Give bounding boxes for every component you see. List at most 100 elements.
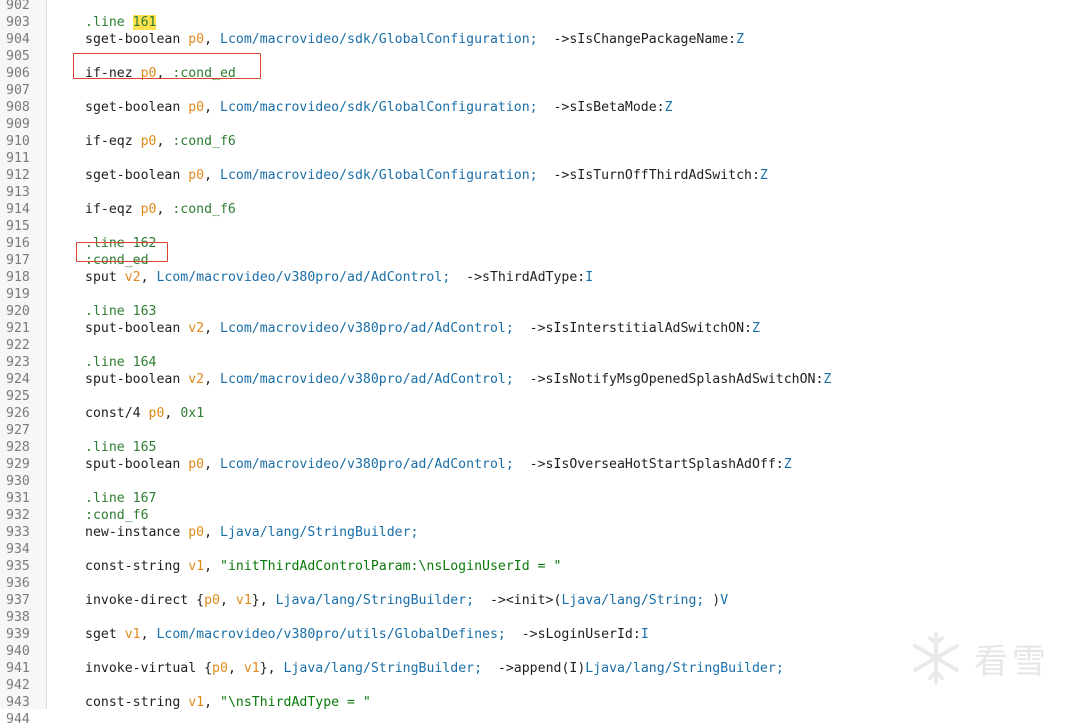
code-token: ->sIsInterstitialAdSwitchON: xyxy=(513,321,752,336)
line-number: 943 xyxy=(6,695,30,710)
code-token: sget-boolean xyxy=(85,100,189,115)
code-token: Ljava/lang/String; xyxy=(561,593,705,608)
code-line[interactable]: 912 sget-boolean p0, Lcom/macrovideo/sdk/… xyxy=(0,167,1083,184)
code-token: p0 xyxy=(188,168,205,183)
code-token: ->sIsOverseaHotStartSplashAdOff: xyxy=(513,457,784,472)
line-text: .line 161 xyxy=(85,14,157,31)
code-line[interactable]: 934 xyxy=(0,541,1083,558)
code-line[interactable]: 913 xyxy=(0,184,1083,201)
code-token: .line 165 xyxy=(85,440,157,455)
code-line[interactable]: 923 .line 164 xyxy=(0,354,1083,371)
code-line[interactable]: 937 invoke-direct {p0, v1}, Ljava/lang/St… xyxy=(0,592,1083,609)
code-line[interactable]: 933 new-instance p0, Ljava/lang/StringBui… xyxy=(0,524,1083,541)
code-token: , xyxy=(204,559,220,574)
code-token: I xyxy=(640,627,649,642)
code-token: I xyxy=(585,270,594,285)
code-line[interactable]: 909 xyxy=(0,116,1083,133)
code-token: sget xyxy=(85,627,125,642)
code-token: const-string xyxy=(85,695,189,710)
code-token: sput xyxy=(85,270,125,285)
code-line[interactable]: 926 const/4 p0, 0x1 xyxy=(0,405,1083,422)
line-number: 902 xyxy=(6,0,30,13)
code-line[interactable]: 904 sget-boolean p0, Lcom/macrovideo/sdk/… xyxy=(0,31,1083,48)
code-token: , xyxy=(204,32,220,47)
line-number: 935 xyxy=(6,559,30,574)
code-line[interactable]: 930 xyxy=(0,473,1083,490)
line-text: new-instance p0, Ljava/lang/StringBuilde… xyxy=(85,524,419,541)
code-line[interactable]: 911 xyxy=(0,150,1083,167)
code-line[interactable]: 928 .line 165 xyxy=(0,439,1083,456)
line-number: 904 xyxy=(6,32,30,47)
watermark: 看雪 xyxy=(908,628,1068,688)
code-token: :cond_f6 xyxy=(172,202,236,217)
line-text: const/4 p0, 0x1 xyxy=(85,405,204,422)
code-editor[interactable]: 902 903 .line 161 904 sget-boolean p0, Lcom/… xyxy=(0,0,1083,727)
line-number: 937 xyxy=(6,593,30,608)
code-token: const/4 xyxy=(85,406,149,421)
line-text: sget-boolean p0, Lcom/macrovideo/sdk/Glo… xyxy=(85,31,744,48)
code-token: v1 xyxy=(124,627,141,642)
code-line[interactable]: 921 sput-boolean v2, Lcom/macrovideo/v380… xyxy=(0,320,1083,337)
line-text: :cond_f6 xyxy=(85,507,149,524)
code-line[interactable]: 931 .line 167 xyxy=(0,490,1083,507)
code-token: , xyxy=(204,525,220,540)
code-line[interactable]: 903 .line 161 xyxy=(0,14,1083,31)
code-line[interactable]: 936 xyxy=(0,575,1083,592)
code-token: if-eqz xyxy=(85,134,141,149)
line-number: 942 xyxy=(6,678,30,693)
line-number: 922 xyxy=(6,338,30,353)
code-line[interactable]: 935 const-string v1, "initThirdAdControlP… xyxy=(0,558,1083,575)
code-token: , xyxy=(156,202,173,217)
code-token: Z xyxy=(783,457,792,472)
code-token: .line 164 xyxy=(85,355,157,370)
line-number: 906 xyxy=(6,66,30,81)
code-line[interactable]: 922 xyxy=(0,337,1083,354)
code-line[interactable]: 910 if-eqz p0, :cond_f6 xyxy=(0,133,1083,150)
code-line[interactable]: 902 xyxy=(0,0,1083,14)
line-number: 913 xyxy=(6,185,30,200)
code-token: Lcom/macrovideo/v380pro/ad/AdControl; xyxy=(220,372,514,387)
code-line[interactable]: 924 sput-boolean v2, Lcom/macrovideo/v380… xyxy=(0,371,1083,388)
code-line[interactable]: 908 sget-boolean p0, Lcom/macrovideo/sdk/… xyxy=(0,99,1083,116)
code-token: invoke-direct { xyxy=(85,593,205,608)
code-line[interactable]: 920 .line 163 xyxy=(0,303,1083,320)
code-line[interactable]: 944 xyxy=(0,711,1083,728)
line-number: 920 xyxy=(6,304,30,319)
code-token: Ljava/lang/StringBuilder; xyxy=(585,661,784,676)
code-line[interactable]: 907 xyxy=(0,82,1083,99)
code-line[interactable]: 927 xyxy=(0,422,1083,439)
code-line[interactable]: 914 if-eqz p0, :cond_f6 xyxy=(0,201,1083,218)
code-token: ->sIsChangePackageName: xyxy=(537,32,737,47)
line-number: 932 xyxy=(6,508,30,523)
line-text: .line 167 xyxy=(85,490,156,507)
line-number: 912 xyxy=(6,168,30,183)
line-text: .line 165 xyxy=(85,439,156,456)
code-token: Lcom/macrovideo/sdk/GlobalConfiguration; xyxy=(220,100,538,115)
code-line[interactable]: 919 xyxy=(0,286,1083,303)
code-token: v1 xyxy=(188,695,205,710)
code-token: "\nsThirdAdType = " xyxy=(220,695,371,710)
code-line[interactable]: 929 sput-boolean p0, Lcom/macrovideo/v380… xyxy=(0,456,1083,473)
code-token: , xyxy=(204,100,220,115)
code-token: Lcom/macrovideo/v380pro/ad/AdControl; xyxy=(220,321,514,336)
code-line[interactable]: 938 xyxy=(0,609,1083,626)
code-token: v2 xyxy=(188,321,205,336)
line-number: 905 xyxy=(6,49,30,64)
code-token: p0 xyxy=(188,100,205,115)
line-number: 925 xyxy=(6,389,30,404)
code-line[interactable]: 925 xyxy=(0,388,1083,405)
line-number: 916 xyxy=(6,236,30,251)
line-number: 910 xyxy=(6,134,30,149)
code-token: 0x1 xyxy=(180,406,205,421)
line-text: if-eqz p0, :cond_f6 xyxy=(85,201,236,218)
code-token: Ljava/lang/StringBuilder; xyxy=(275,593,475,608)
code-token: p0 xyxy=(188,32,205,47)
code-token: v2 xyxy=(124,270,141,285)
code-token: sget-boolean xyxy=(85,32,189,47)
code-line[interactable]: 915 xyxy=(0,218,1083,235)
line-number: 944 xyxy=(6,712,30,727)
code-line[interactable]: 943 const-string v1, "\nsThirdAdType = " xyxy=(0,694,1083,711)
code-line[interactable]: 918 sput v2, Lcom/macrovideo/v380pro/ad/A… xyxy=(0,269,1083,286)
code-token: sput-boolean xyxy=(85,372,189,387)
code-line[interactable]: 932 :cond_f6 xyxy=(0,507,1083,524)
